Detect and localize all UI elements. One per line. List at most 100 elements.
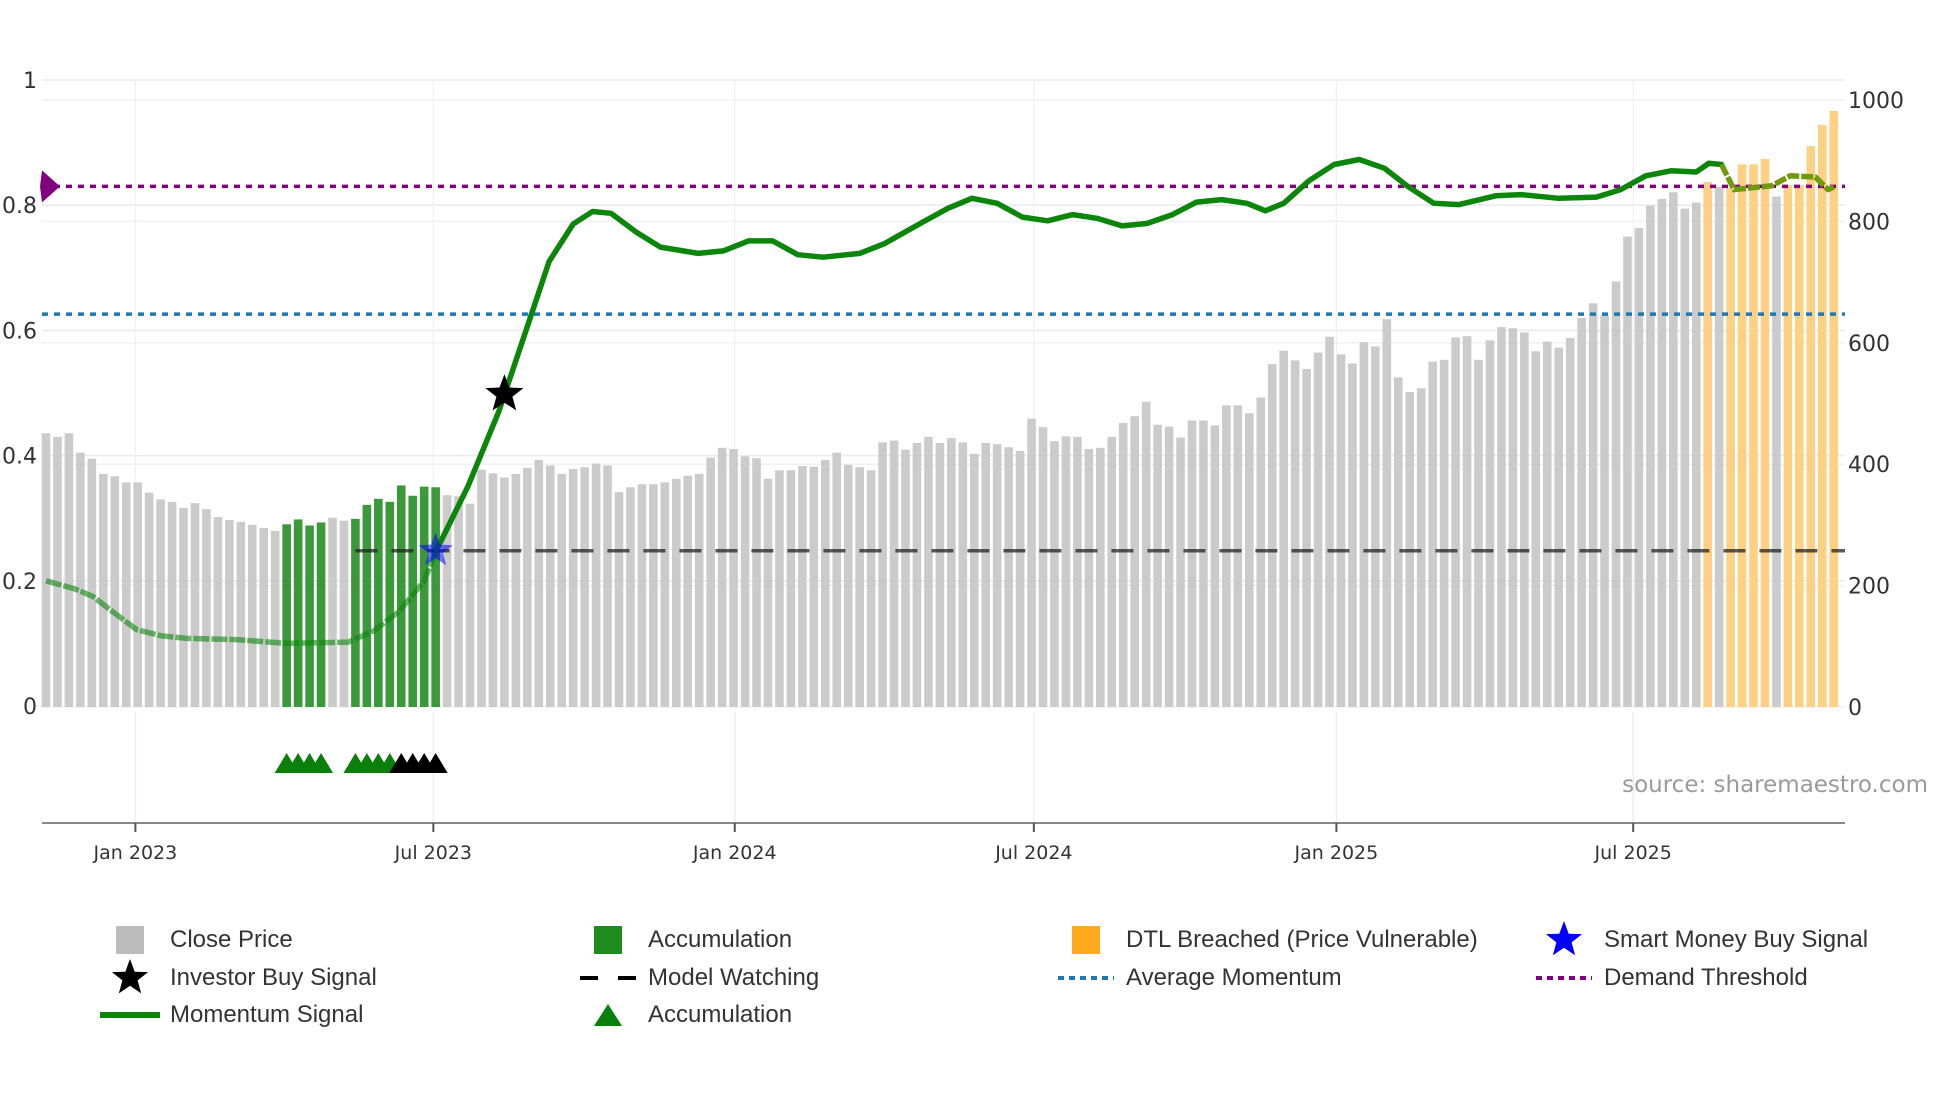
legend-item[interactable]: DTL Breached (Price Vulnerable) (1056, 922, 1478, 958)
y-left-tick-label: 0.4 (2, 445, 37, 470)
legend-label: Momentum Signal (170, 1001, 364, 1028)
close-price-bar (1245, 413, 1254, 707)
close-price-bar (557, 473, 566, 707)
close-price-bar (236, 521, 246, 707)
close-price-bar (247, 524, 257, 707)
close-price-bar (626, 487, 635, 707)
close-price-bar (901, 449, 910, 707)
close-price-bar (144, 492, 154, 707)
legend-item[interactable]: Momentum Signal (100, 997, 363, 1033)
close-price-bar (1680, 208, 1690, 707)
close-price-bar (912, 442, 922, 707)
close-price-bar (924, 436, 933, 707)
close-price-bar (706, 457, 715, 707)
legend-item[interactable]: Average Momentum (1056, 960, 1342, 996)
close-price-bar (511, 473, 521, 707)
legend-item[interactable]: Demand Threshold (1534, 960, 1808, 996)
close-price-bar (637, 484, 647, 707)
dtl-breached-bar (1783, 184, 1793, 708)
close-price-bar (1141, 401, 1151, 707)
close-price-bar (763, 478, 773, 707)
purple-dotted-icon (1534, 960, 1594, 996)
close-price-bar (190, 503, 200, 707)
accumulation-bar (385, 501, 395, 707)
close-price-bar (133, 482, 142, 707)
close-price-bar (1577, 317, 1586, 707)
close-price-bar (1646, 205, 1655, 708)
close-price-bar (1772, 196, 1781, 707)
close-price-bar (523, 467, 532, 707)
close-price-bar (591, 463, 601, 707)
accumulation-bar (374, 498, 383, 707)
y-right-tick-label: 200 (1848, 575, 1890, 600)
accumulation-bar (362, 504, 372, 707)
close-price-bar (202, 509, 211, 707)
close-price-bar (1588, 303, 1598, 707)
legend-item[interactable]: Accumulation (578, 922, 792, 958)
close-price-bar (1531, 351, 1541, 707)
legend-item[interactable]: Smart Money Buy Signal (1534, 921, 1869, 958)
close-price-bar (1325, 336, 1334, 707)
close-price-bar (717, 447, 727, 707)
close-price-bar (179, 507, 188, 707)
close-price-bar (603, 465, 612, 707)
close-price-bar (1600, 315, 1609, 707)
close-price-bar (121, 482, 131, 707)
orange-square-icon (1056, 922, 1116, 958)
close-price-bar (1691, 202, 1701, 707)
close-price-bar (843, 464, 853, 707)
close-price-bar (775, 470, 784, 707)
legend-label: Smart Money Buy Signal (1604, 926, 1869, 953)
close-price-bar (1508, 328, 1518, 707)
close-price-bar (740, 456, 750, 707)
blue-star-icon (1534, 921, 1594, 958)
close-price-bar (649, 484, 658, 707)
close-price-bar (786, 470, 796, 707)
close-price-bar (328, 517, 337, 707)
close-price-bar (1176, 437, 1185, 707)
close-price-bar (958, 442, 968, 707)
dtl-breached-bar (1760, 158, 1770, 707)
legend-item[interactable]: Model Watching (578, 960, 819, 996)
close-price-bar (1279, 350, 1288, 707)
close-price-bar (752, 458, 761, 707)
legend-item[interactable]: Close Price (100, 922, 293, 958)
close-price-bar (580, 467, 589, 707)
close-price-bar (935, 442, 945, 707)
accumulation-bar (396, 485, 406, 707)
close-price-bar (477, 469, 486, 707)
close-price-bar (1222, 405, 1231, 707)
close-price-bar (1187, 420, 1197, 707)
close-price-bar (614, 492, 624, 707)
legend-item[interactable]: Investor Buy Signal (100, 959, 377, 996)
source-label: source: sharemaestro.com (1622, 772, 1928, 798)
legend-label: Demand Threshold (1604, 964, 1808, 991)
close-price-bar (339, 520, 349, 707)
close-price-bar (1336, 354, 1346, 707)
black-dash-icon (578, 960, 638, 996)
accumulation-bar (316, 522, 326, 707)
legend-label: Close Price (170, 926, 293, 953)
y-right-tick-label: 400 (1848, 453, 1890, 478)
y-right-tick-label: 800 (1848, 210, 1890, 235)
close-price-bar (798, 466, 807, 707)
green-triangle-icon (578, 997, 638, 1033)
close-price-bar (672, 478, 681, 707)
close-price-bar (454, 496, 463, 707)
demand-threshold-diamond-icon (40, 170, 60, 203)
close-price-bar (110, 476, 120, 707)
y-right-tick-label: 600 (1848, 332, 1890, 357)
close-price-bar (1485, 340, 1495, 707)
blue-dotted-icon (1056, 960, 1116, 996)
legend-item[interactable]: Accumulation (578, 997, 792, 1033)
x-tick-label: Jul 2025 (1594, 842, 1672, 864)
close-price-bar (259, 527, 269, 707)
dtl-breached-bar (1795, 184, 1804, 708)
legend-label: Average Momentum (1126, 964, 1342, 991)
close-price-bar (1714, 186, 1724, 707)
accumulation-bar (351, 518, 360, 707)
accumulation-bar (419, 486, 429, 707)
close-price-bar (820, 459, 830, 707)
close-price-bar (41, 433, 51, 707)
close-price-bar (1210, 425, 1220, 707)
